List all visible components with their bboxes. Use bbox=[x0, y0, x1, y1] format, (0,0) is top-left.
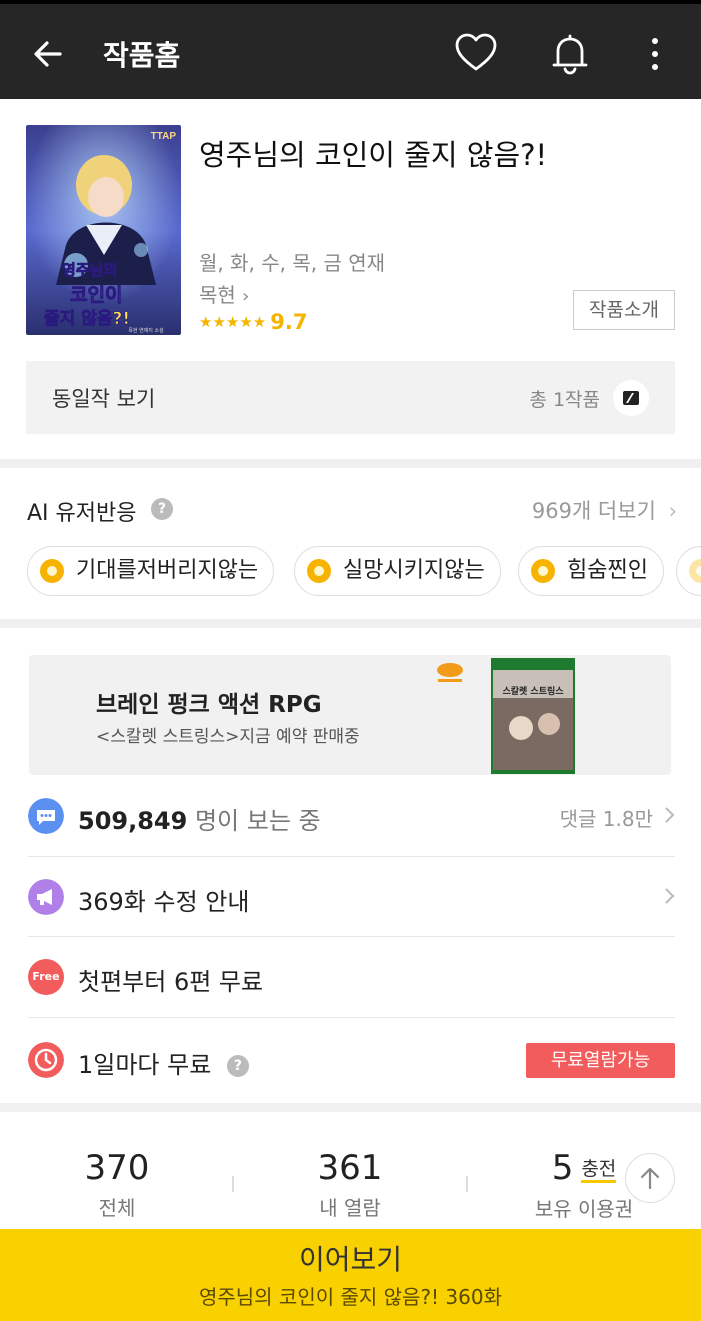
more-vertical-icon[interactable] bbox=[640, 34, 670, 74]
top-app-bar: 작품홈 bbox=[0, 0, 701, 99]
chat-bubble-icon bbox=[28, 798, 64, 834]
cover-logo: TTAP bbox=[151, 131, 177, 142]
same-works-count: 총 1작품 bbox=[529, 389, 600, 411]
viewers-suffix: 명이 보는 중 bbox=[194, 807, 321, 835]
cover-credit: 목현 연재지 소설 bbox=[128, 327, 164, 334]
coin-icon bbox=[307, 559, 331, 583]
chevron-right-icon: › bbox=[242, 286, 250, 307]
same-works-button[interactable]: 동일작 보기 총 1작품 bbox=[26, 361, 675, 434]
rating-score: 9.7 bbox=[270, 310, 308, 334]
cover-title-line-2: 코인이 bbox=[70, 284, 122, 306]
cover-title-line-3: 줄지 않음?! bbox=[44, 309, 130, 329]
ai-more-label: 969개 더보기 bbox=[531, 499, 656, 523]
chip-label: 힘숨찐인 bbox=[567, 558, 648, 583]
cover-title-line-1: 영주님의 bbox=[62, 261, 117, 279]
stat-opened: 361 내 열람 bbox=[250, 1148, 450, 1221]
star-rating-icon: ★★★★★ bbox=[199, 313, 267, 331]
same-works-label: 동일작 보기 bbox=[52, 387, 156, 411]
stat-divider bbox=[232, 1176, 234, 1192]
megaphone-icon bbox=[28, 879, 64, 915]
author-name: 목현 bbox=[199, 283, 236, 307]
page-title: 작품홈 bbox=[103, 39, 181, 72]
daily-free-text: 1일마다 무료 ? bbox=[78, 1045, 249, 1080]
ai-keyword-chip[interactable]: 기대를저버리지않는 bbox=[27, 546, 275, 596]
notice-text: 369화 수정 안내 bbox=[78, 888, 250, 916]
section-divider bbox=[0, 619, 701, 628]
section-divider bbox=[0, 1103, 701, 1112]
free-badge-icon: Free bbox=[28, 959, 64, 995]
free-episodes-row: Free 첫편부터 6편 무료 bbox=[28, 937, 675, 1017]
notice-row[interactable]: 369화 수정 안내 bbox=[28, 857, 675, 937]
viewers-count: 509,849 bbox=[78, 807, 188, 835]
ai-keyword-chip[interactable]: 힘숨찐인 bbox=[518, 546, 664, 596]
brand-logo-icon bbox=[437, 663, 463, 682]
chevron-right-icon bbox=[665, 807, 675, 823]
help-icon[interactable]: ? bbox=[226, 1055, 249, 1077]
comments-count[interactable]: 댓글 1.8만 bbox=[560, 803, 653, 832]
total-label: 전체 bbox=[98, 1196, 136, 1220]
viewers-row[interactable]: 509,849 명이 보는 중 댓글 1.8만 bbox=[28, 776, 675, 856]
section-divider bbox=[0, 459, 701, 468]
ai-reaction-title: AI 유저반응 bbox=[27, 501, 137, 526]
ad-banner[interactable]: 브레인 펑크 액션 RPG <스칼렛 스트링스>지금 예약 판매중 스칼렛 스트… bbox=[29, 655, 671, 775]
stat-divider bbox=[466, 1176, 468, 1192]
cover-image[interactable]: TTAP 영주님의 코인이 줄지 않음?! 목현 연재지 소설 bbox=[26, 125, 181, 335]
clock-icon bbox=[28, 1042, 64, 1078]
coin-icon bbox=[531, 559, 555, 583]
continue-reading-button[interactable]: 이어보기 영주님의 코인이 줄지 않음?! 360화 bbox=[0, 1229, 701, 1321]
chevron-right-icon: › bbox=[668, 499, 677, 523]
stat-total: 370 전체 bbox=[17, 1148, 217, 1221]
row-divider bbox=[28, 1017, 675, 1018]
work-title: 영주님의 코인이 줄지 않음?! bbox=[199, 138, 548, 172]
rating: ★★★★★ 9.7 bbox=[199, 310, 307, 334]
work-intro-button[interactable]: 작품소개 bbox=[573, 290, 675, 330]
continue-label: 이어보기 bbox=[298, 1243, 403, 1276]
continue-episode: 영주님의 코인이 줄지 않음?! 360화 bbox=[198, 1285, 503, 1309]
free-read-available-button[interactable]: 무료열람가능 bbox=[526, 1043, 675, 1078]
coin-icon bbox=[40, 559, 64, 583]
total-episodes: 370 bbox=[84, 1148, 150, 1188]
viewers-text: 509,849 명이 보는 중 bbox=[78, 801, 321, 836]
chevron-right-icon bbox=[665, 888, 675, 904]
game-box-art: 스칼렛 스트링스 bbox=[491, 658, 575, 774]
chip-label: 기대를저버리지않는 bbox=[76, 558, 259, 583]
ai-keyword-chip-overflow[interactable] bbox=[676, 546, 701, 596]
owned-tickets: 5 bbox=[551, 1148, 574, 1188]
chip-label: 실망시키지않는 bbox=[343, 558, 485, 583]
coin-icon bbox=[689, 559, 701, 583]
scroll-to-top-button[interactable] bbox=[625, 1153, 675, 1203]
serial-schedule: 월, 화, 수, 목, 금 연재 bbox=[199, 251, 386, 275]
ad-subtext: <스칼렛 스트링스>지금 예약 판매중 bbox=[96, 727, 360, 747]
ai-reaction-more-link[interactable]: 969개 더보기 › bbox=[532, 495, 677, 525]
charge-link[interactable]: 충전 bbox=[581, 1158, 617, 1183]
help-icon[interactable]: ? bbox=[151, 498, 173, 520]
bell-icon[interactable] bbox=[550, 32, 590, 76]
opened-episodes: 361 bbox=[317, 1148, 383, 1188]
heart-icon[interactable] bbox=[454, 32, 498, 76]
platform-badge-icon bbox=[613, 380, 649, 416]
author-link[interactable]: 목현 › bbox=[199, 279, 249, 308]
ai-keyword-chip[interactable]: 실망시키지않는 bbox=[294, 546, 501, 596]
daily-free-label: 1일마다 무료 bbox=[78, 1051, 212, 1079]
daily-free-row: 1일마다 무료 ? 무료열람가능 bbox=[28, 1020, 675, 1100]
ad-headline: 브레인 펑크 액션 RPG bbox=[96, 692, 322, 718]
opened-label: 내 열람 bbox=[319, 1196, 381, 1220]
arrow-up-icon bbox=[640, 1167, 660, 1190]
box-title: 스칼렛 스트링스 bbox=[502, 685, 564, 697]
free-episodes-text: 첫편부터 6편 무료 bbox=[78, 968, 264, 996]
back-arrow-icon[interactable] bbox=[30, 36, 66, 72]
